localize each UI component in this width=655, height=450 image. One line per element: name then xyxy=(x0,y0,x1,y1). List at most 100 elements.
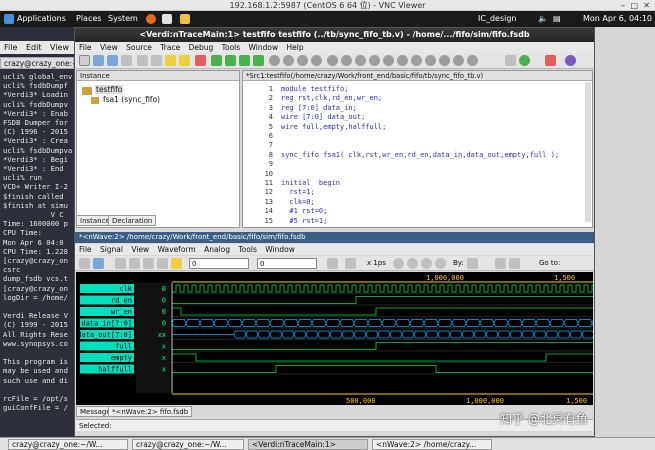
nav-back-icon[interactable] xyxy=(269,55,280,66)
undo-icon[interactable] xyxy=(115,258,126,269)
code-line[interactable]: #1 rst=0; xyxy=(281,207,327,216)
code-line[interactable]: reg rst,clk,rd_en,wr_en; xyxy=(281,94,382,103)
wave-tool-icon[interactable] xyxy=(327,258,338,269)
code-line[interactable]: wire [7:0] data_out; xyxy=(281,113,365,122)
code-line[interactable]: #5 rst=1; xyxy=(281,217,327,226)
nav-icon-15[interactable] xyxy=(411,55,422,66)
save-icon[interactable] xyxy=(93,55,104,66)
fsm-icon[interactable] xyxy=(253,55,264,66)
config-icon[interactable] xyxy=(565,55,576,66)
nav-icon-17[interactable] xyxy=(439,55,450,66)
wave-menu-signal[interactable]: Signal xyxy=(100,245,123,254)
wave-menu-analog[interactable]: Analog xyxy=(204,245,230,254)
verdi-menu-trace[interactable]: Trace xyxy=(160,43,180,52)
minimize-icon[interactable]: – xyxy=(621,0,625,11)
zoom-in-icon[interactable] xyxy=(393,258,404,269)
verdi-menu-debug[interactable]: Debug xyxy=(189,43,214,52)
cut-icon[interactable] xyxy=(129,258,140,269)
nav-icon-12[interactable] xyxy=(369,55,380,66)
wave-find-icon[interactable] xyxy=(171,258,182,269)
waveform-canvas[interactable]: 1,000,000 1,500 clk 0 rd_en 0 wr_en 0 data_in[7:… xyxy=(76,272,593,405)
nav-icon-14[interactable] xyxy=(397,55,408,66)
code-line[interactable]: reg [7:0] data_in; xyxy=(281,104,357,113)
close-icon[interactable]: ✕ xyxy=(643,0,650,11)
paste-icon[interactable] xyxy=(151,55,162,66)
reload-icon[interactable] xyxy=(107,55,118,66)
term-menu-edit[interactable]: Edit xyxy=(26,41,42,54)
trace-driver-icon[interactable] xyxy=(195,55,206,66)
search-next-icon[interactable] xyxy=(509,258,520,269)
menu-places[interactable]: Places xyxy=(76,11,101,27)
nav-icon-19[interactable] xyxy=(467,55,478,66)
search-prev-icon[interactable] xyxy=(495,258,506,269)
code-line[interactable]: rst=1; xyxy=(281,188,314,197)
verdi-menu-source[interactable]: Source xyxy=(126,43,152,52)
nav-icon-16[interactable] xyxy=(425,55,436,66)
wave-menu-tools[interactable]: Tools xyxy=(238,245,256,254)
connectivity-icon[interactable] xyxy=(225,55,236,66)
term-menu-view[interactable]: View xyxy=(50,41,69,54)
verdi-menu-view[interactable]: View xyxy=(100,43,118,52)
zoom-out-icon[interactable] xyxy=(407,258,418,269)
source-scrollbar[interactable] xyxy=(585,82,591,222)
nav-icon-13[interactable] xyxy=(383,55,394,66)
waveform-area[interactable]: 1,000,000 1,500 clk 0 rd_en 0 wr_en 0 data_in[7:… xyxy=(76,272,593,405)
wave-menu-view[interactable]: View xyxy=(131,245,149,254)
copy-icon[interactable] xyxy=(137,55,148,66)
wave-paste-icon[interactable] xyxy=(157,258,168,269)
nav-forward-icon[interactable] xyxy=(283,55,294,66)
term-menu-file[interactable]: File xyxy=(4,41,17,54)
verdi-menu-file[interactable]: File xyxy=(79,43,92,52)
print-icon[interactable] xyxy=(121,55,132,66)
nav-icon-9[interactable] xyxy=(327,55,338,66)
panel-clock[interactable]: Mon Apr 6, 04:10 xyxy=(583,11,652,27)
marker-time-input[interactable]: 0 xyxy=(257,258,317,269)
run-icon[interactable] xyxy=(519,55,530,66)
tree-top-testfifo[interactable]: testfifo xyxy=(95,85,124,94)
menu-system[interactable]: System xyxy=(108,11,138,27)
verdi-menu-help[interactable]: Help xyxy=(287,43,304,52)
nav-up-icon[interactable] xyxy=(297,55,308,66)
terminal-tab[interactable]: crazy@crazy_one:~ xyxy=(0,57,78,69)
nav-icon-11[interactable] xyxy=(355,55,366,66)
task-verdi[interactable]: <Verdi:nTraceMain:1> xyxy=(248,439,368,450)
wave-menu-waveform[interactable]: Waveform xyxy=(158,245,196,254)
tool-icon-a[interactable] xyxy=(505,55,516,66)
menu-applications[interactable]: Applications xyxy=(17,11,66,27)
search-by-icon[interactable] xyxy=(467,258,478,269)
volume-icon[interactable]: 🔈 xyxy=(538,11,548,27)
schematic-icon[interactable] xyxy=(239,55,250,66)
notes-icon[interactable] xyxy=(180,14,190,24)
task-terminal-1[interactable]: crazy@crazy_one:~/W... xyxy=(8,439,128,450)
firefox-icon[interactable] xyxy=(146,14,156,24)
code-line[interactable]: wire full,empty,halffull; xyxy=(281,123,386,132)
task-terminal-2[interactable]: crazy@crazy_one:~/W... xyxy=(132,439,244,450)
zoom-fit-icon[interactable] xyxy=(421,258,432,269)
nav-icon-10[interactable] xyxy=(341,55,352,66)
wave-save-icon[interactable] xyxy=(93,258,104,269)
wave-menu-file[interactable]: File xyxy=(79,245,92,254)
bug-icon[interactable] xyxy=(545,55,556,66)
panel-user[interactable]: IC_design xyxy=(478,11,516,27)
mail-icon[interactable] xyxy=(162,14,172,24)
code-line[interactable]: initial begin xyxy=(281,179,340,188)
nav-down-icon[interactable] xyxy=(311,55,322,66)
code-line[interactable]: clk=0; xyxy=(281,198,314,207)
wave-menu-window[interactable]: Window xyxy=(265,245,295,254)
task-nwave[interactable]: <nWave:2> /home/crazy... xyxy=(372,439,492,450)
code-line[interactable]: module testfifo; xyxy=(281,85,348,94)
trace-load-icon[interactable] xyxy=(211,55,222,66)
tab-nwave-fsdb[interactable]: *<nWave:2> fifo.fsdb xyxy=(108,406,193,417)
find-icon[interactable] xyxy=(165,55,176,66)
wave-tool-icon-2[interactable] xyxy=(345,258,356,269)
wave-open-icon[interactable] xyxy=(79,258,90,269)
cursor-time-input[interactable]: 0 xyxy=(189,258,249,269)
nav-icon-18[interactable] xyxy=(453,55,464,66)
zoom-area-icon[interactable] xyxy=(435,258,446,269)
open-file-icon[interactable] xyxy=(79,55,90,66)
verdi-menu-window[interactable]: Window xyxy=(249,43,279,52)
verdi-menu-tools[interactable]: Tools xyxy=(222,43,240,52)
wave-copy-icon[interactable] xyxy=(143,258,154,269)
maximize-icon[interactable]: □ xyxy=(630,0,638,11)
search-icon[interactable] xyxy=(179,55,190,66)
